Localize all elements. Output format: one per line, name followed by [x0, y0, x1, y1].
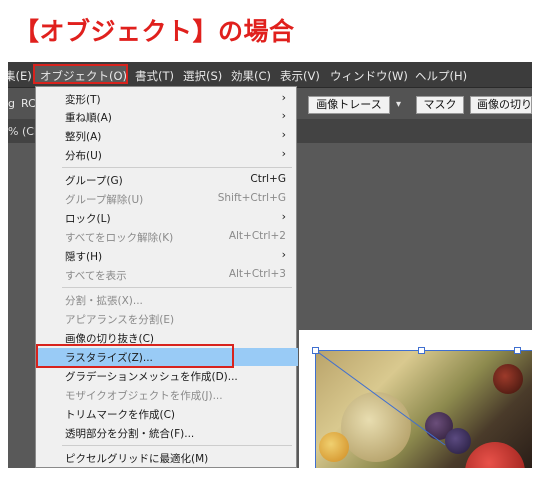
- menubar-item-object[interactable]: オブジェクト(O): [40, 68, 127, 84]
- menu-item-label: すべてをロック解除(K): [65, 232, 174, 244]
- menubar-item-view[interactable]: 表示(V): [280, 68, 320, 84]
- submenu-arrow-icon: ›: [281, 109, 286, 122]
- crop-image-button[interactable]: 画像の切り: [470, 96, 532, 114]
- menu-item-group[interactable]: グループ(G) Ctrl+G: [36, 171, 298, 189]
- menu-item-expand[interactable]: 分割・拡張(X)...: [36, 291, 298, 309]
- selection-handle[interactable]: [514, 347, 521, 354]
- menu-item-label: グループ解除(U): [65, 194, 144, 206]
- menu-item-transform[interactable]: 変形(T) ›: [36, 90, 298, 108]
- menubar-item-edit[interactable]: 集(E): [8, 68, 32, 84]
- page-heading: 【オブジェクト】の場合: [14, 17, 295, 46]
- menu-item-label: 分割・拡張(X)...: [65, 295, 143, 307]
- menu-item-show-all[interactable]: すべてを表示 Alt+Ctrl+3: [36, 266, 298, 284]
- menu-item-hide[interactable]: 隠す(H) ›: [36, 247, 298, 265]
- submenu-arrow-icon: ›: [281, 128, 286, 141]
- selection-bounding-box: [315, 350, 532, 468]
- submenu-arrow-icon: ›: [281, 248, 286, 261]
- menu-item-shortcut: Alt+Ctrl+3: [228, 268, 286, 280]
- menu-item-make-pixel-perfect[interactable]: ピクセルグリッドに最適化(M): [36, 449, 298, 467]
- menu-item-label: モザイクオブジェクトを作成(J)...: [65, 390, 223, 402]
- image-trace-button[interactable]: 画像トレース: [308, 96, 390, 114]
- menu-item-label: すべてを表示: [65, 270, 127, 282]
- menu-item-shortcut: Ctrl+G: [250, 173, 286, 185]
- submenu-arrow-icon: ›: [281, 210, 286, 223]
- menu-item-label: グラデーションメッシュを作成(D)...: [65, 371, 238, 383]
- menu-item-label: グループ(G): [65, 175, 123, 187]
- menubar-item-window[interactable]: ウィンドウ(W): [330, 68, 408, 84]
- menubar-item-effect[interactable]: 効果(C): [231, 68, 271, 84]
- menu-item-label: ピクセルグリッドに最適化(M): [65, 453, 209, 465]
- selection-handle[interactable]: [312, 347, 319, 354]
- submenu-arrow-icon: ›: [281, 91, 286, 104]
- menu-item-ungroup[interactable]: グループ解除(U) Shift+Ctrl+G: [36, 190, 298, 208]
- menubar: 集(E) オブジェクト(O) 書式(T) 選択(S) 効果(C) 表示(V) ウ…: [8, 62, 532, 88]
- menu-item-label: 分布(U): [65, 150, 102, 162]
- rasterize-highlight-box: [36, 344, 234, 368]
- object-dropdown-menu: 変形(T) › 重ね順(A) › 整列(A) › 分布(U) › グループ(G)…: [35, 86, 298, 468]
- menu-separator: [62, 287, 292, 288]
- toolbar-fragment-2: RC: [21, 97, 36, 110]
- menu-item-flatten-transparency[interactable]: 透明部分を分割・統合(F)...: [36, 424, 298, 442]
- menubar-item-help[interactable]: ヘルプ(H): [415, 68, 467, 84]
- menu-separator: [62, 445, 292, 446]
- menubar-item-type[interactable]: 書式(T): [135, 68, 174, 84]
- menu-item-label: 変形(T): [65, 94, 101, 106]
- menu-separator: [62, 167, 292, 168]
- menu-item-create-object-mosaic[interactable]: モザイクオブジェクトを作成(J)...: [36, 386, 298, 404]
- menu-item-label: アピアランスを分割(E): [65, 314, 175, 326]
- selection-handle[interactable]: [418, 347, 425, 354]
- menu-item-align[interactable]: 整列(A) ›: [36, 127, 298, 145]
- menu-item-label: 隠す(H): [65, 251, 103, 263]
- menu-item-shortcut: Shift+Ctrl+G: [217, 192, 286, 204]
- menu-item-create-trim-marks[interactable]: トリムマークを作成(C): [36, 405, 298, 423]
- menu-item-shortcut: Alt+Ctrl+2: [228, 230, 286, 242]
- menu-item-label: 重ね順(A): [65, 112, 112, 124]
- menu-item-label: 整列(A): [65, 131, 102, 143]
- app-screenshot: 集(E) オブジェクト(O) 書式(T) 選択(S) 効果(C) 表示(V) ウ…: [8, 62, 532, 468]
- menubar-item-select[interactable]: 選択(S): [183, 68, 222, 84]
- submenu-arrow-icon: ›: [281, 147, 286, 160]
- menu-item-unlock-all[interactable]: すべてをロック解除(K) Alt+Ctrl+2: [36, 228, 298, 246]
- menu-item-distribute[interactable]: 分布(U) ›: [36, 146, 298, 164]
- menu-item-label: トリムマークを作成(C): [65, 409, 176, 421]
- menu-item-label: ロック(L): [65, 213, 111, 225]
- menu-item-lock[interactable]: ロック(L) ›: [36, 209, 298, 227]
- toolbar-fragment: g: [8, 97, 15, 110]
- menu-item-arrange[interactable]: 重ね順(A) ›: [36, 108, 298, 126]
- chevron-down-icon[interactable]: ▾: [396, 96, 412, 114]
- menu-item-create-gradient-mesh[interactable]: グラデーションメッシュを作成(D)...: [36, 367, 298, 385]
- menu-item-label: 透明部分を分割・統合(F)...: [65, 428, 195, 440]
- mask-button[interactable]: マスク: [416, 96, 464, 114]
- menu-item-expand-appearance[interactable]: アピアランスを分割(E): [36, 310, 298, 328]
